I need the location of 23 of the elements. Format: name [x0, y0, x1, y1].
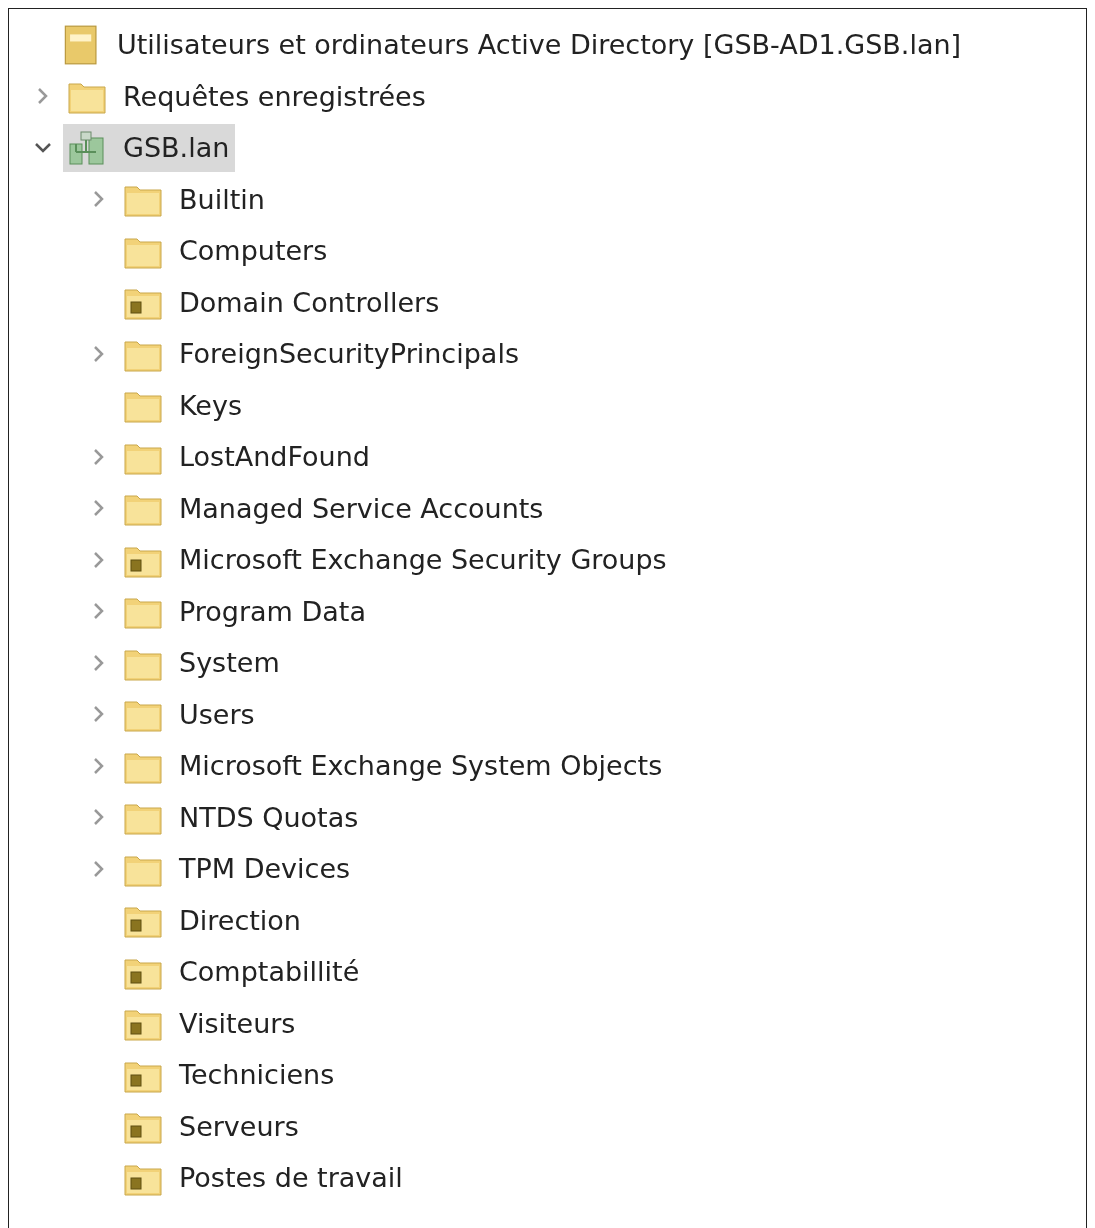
tree-item[interactable]: Requêtes enregistrées — [63, 72, 432, 121]
tree-root-label[interactable]: Utilisateurs et ordinateurs Active Directory [GSB-AD1.GSB.lan] — [117, 29, 962, 61]
tree-item[interactable]: Domain Controllers — [119, 278, 446, 327]
tree-item[interactable]: NTDS Quotas — [119, 793, 365, 842]
tree-item[interactable]: Builtin — [119, 175, 271, 224]
tree-item[interactable]: Serveurs — [119, 1102, 305, 1151]
tree-item[interactable]: Microsoft Exchange System Objects — [119, 741, 669, 790]
tree-item[interactable]: Managed Service Accounts — [119, 484, 550, 533]
tree-item[interactable]: Keys — [119, 381, 249, 430]
tree-item[interactable]: System — [119, 638, 286, 687]
tree-item[interactable]: Users — [119, 690, 261, 739]
tree-item[interactable]: Computers — [119, 226, 334, 275]
tree-item[interactable]: Techniciens — [119, 1050, 341, 1099]
selected-tree-item[interactable]: GSB.lan — [63, 123, 236, 172]
tree-item[interactable]: Direction — [119, 896, 307, 945]
tree-item[interactable]: ForeignSecurityPrincipals — [119, 329, 525, 378]
tree-item[interactable]: Comptabillité — [119, 947, 366, 996]
tree-item[interactable]: TPM Devices — [119, 844, 357, 893]
tree-item[interactable]: Program Data — [119, 587, 372, 636]
tree-item[interactable]: Visiteurs — [119, 999, 302, 1048]
tree-item[interactable]: LostAndFound — [119, 432, 376, 481]
tree-item[interactable]: Postes de travail — [119, 1153, 409, 1202]
tree-item[interactable]: Microsoft Exchange Security Groups — [119, 535, 673, 584]
